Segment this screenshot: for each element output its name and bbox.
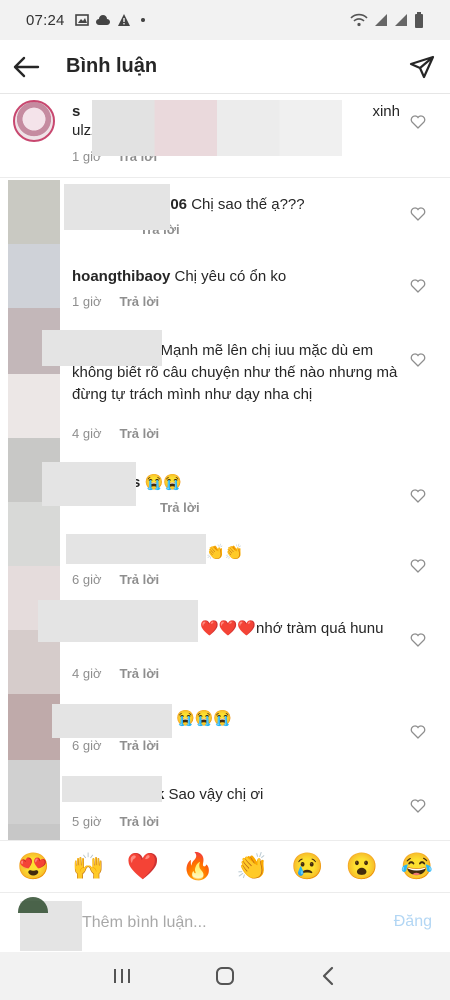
recent-apps-icon [113,969,130,983]
comment-time: 1 giờ [72,294,102,309]
like-heart-icon[interactable] [410,352,426,368]
redaction-block [42,462,136,506]
nav-back-button[interactable] [308,956,348,996]
comment-time: 4 giờ [72,666,102,681]
comment-text: 😭😭😭 [176,710,233,727]
comment-time: 5 giờ [72,814,102,829]
comment-item: hoangthibaoy Chị yêu có ổn ko 1 giờ Trả … [0,256,450,320]
comment-item: 👏👏 6 giờ Trả lời [0,534,450,598]
reply-button[interactable]: Trả lời [120,814,160,829]
chevron-left-icon [323,966,334,986]
caption-text-end: xinh [372,103,400,120]
gallery-icon [74,14,89,26]
redaction-block [62,776,162,802]
like-heart-icon[interactable] [410,558,426,574]
signal-2-icon [395,14,407,26]
like-heart-icon[interactable] [410,488,426,504]
system-nav-bar [0,952,450,1000]
notification-dot-icon [140,18,145,22]
comment-text: Chị yêu có ổn ko [174,268,287,285]
header: Bình luận [0,40,450,94]
like-heart-icon[interactable] [410,798,426,814]
comment-item: s 😭😭 Trả lời [0,462,450,524]
comment-item: 206 Chị sao thế ạ??? Trả lời [0,184,450,248]
caption-username[interactable]: s [72,103,80,120]
redaction-block [52,704,172,738]
comment-text: Sao vậy chị ơi [168,786,264,803]
redaction-block [64,184,170,230]
recent-apps-button[interactable] [102,956,142,996]
avatar [18,897,82,951]
status-bar: 07:24 [0,0,450,40]
redaction-block [66,534,206,564]
comment-time: 6 giờ [72,572,102,587]
comment-username[interactable]: hoangthibaoy [72,268,170,285]
share-button[interactable] [394,40,450,94]
warning-icon [117,14,130,26]
back-button[interactable] [0,40,52,94]
reply-button[interactable]: Trả lời [120,738,160,753]
like-heart-icon[interactable] [410,114,426,130]
emoji-heart-button[interactable]: ❤️ [123,851,163,882]
post-caption: s xinh ulzz 1 giờ Trả lời [0,94,450,178]
comments-list[interactable]: s xinh ulzz 1 giờ Trả lời 206 Chị sao th… [0,94,450,840]
comment-time: 6 giờ [72,738,102,753]
comment-text: 😭😭 [144,474,182,491]
paper-plane-icon [409,55,435,78]
like-heart-icon[interactable] [410,724,426,740]
avatar[interactable] [13,100,55,142]
like-heart-icon[interactable] [410,278,426,294]
emoji-heart-eyes-button[interactable]: 😍 [13,851,53,882]
comment-item: k Sao vậy chị ơi 5 giờ Trả lời [0,776,450,838]
like-heart-icon[interactable] [410,206,426,222]
comment-time: 4 giờ [72,426,102,441]
reply-button[interactable]: Trả lời [120,294,160,309]
reply-button[interactable]: Trả lời [160,500,200,515]
emoji-surprised-button[interactable]: 😮 [342,851,382,882]
status-time: 07:24 [26,11,65,29]
home-icon [215,967,234,985]
emoji-fire-button[interactable]: 🔥 [178,851,218,882]
emoji-clap-button[interactable]: 👏 [232,851,272,882]
arrow-left-icon [13,56,40,77]
redaction-block [92,100,342,156]
comment-input[interactable] [82,909,362,937]
comment-input-bar: Đăng [0,892,450,952]
emoji-raised-hands-button[interactable]: 🙌 [68,851,108,882]
cloud-icon [95,15,110,25]
signal-icon [375,14,387,26]
home-button[interactable] [205,956,245,996]
reply-button[interactable]: Trả lời [120,572,160,587]
wifi-icon [350,13,368,27]
comment-text: 👏👏 [206,544,244,561]
comment-item: 😭😭😭 6 giờ Trả lời [0,704,450,764]
comment-item: 0 Mạnh mẽ lên chị iuu mặc dù em không bi… [0,330,450,450]
redaction-block [38,600,198,642]
page-title: Bình luận [66,55,158,77]
battery-icon [415,12,423,28]
post-button[interactable]: Đăng [394,913,432,931]
comment-text: Chị sao thế ạ??? [191,196,305,213]
comment-text: ❤️❤️❤️nhớ tràm quá hunu [200,620,384,637]
emoji-crying-button[interactable]: 😢 [287,851,327,882]
reply-button[interactable]: Trả lời [120,666,160,681]
comment-item: ❤️❤️❤️nhớ tràm quá hunu 4 giờ Trả lời [0,600,450,686]
redaction-block [42,330,162,366]
like-heart-icon[interactable] [410,632,426,648]
emoji-laughing-button[interactable]: 😂 [397,851,437,882]
emoji-bar: 😍 🙌 ❤️ 🔥 👏 😢 😮 😂 [0,840,450,892]
reply-button[interactable]: Trả lời [120,426,160,441]
